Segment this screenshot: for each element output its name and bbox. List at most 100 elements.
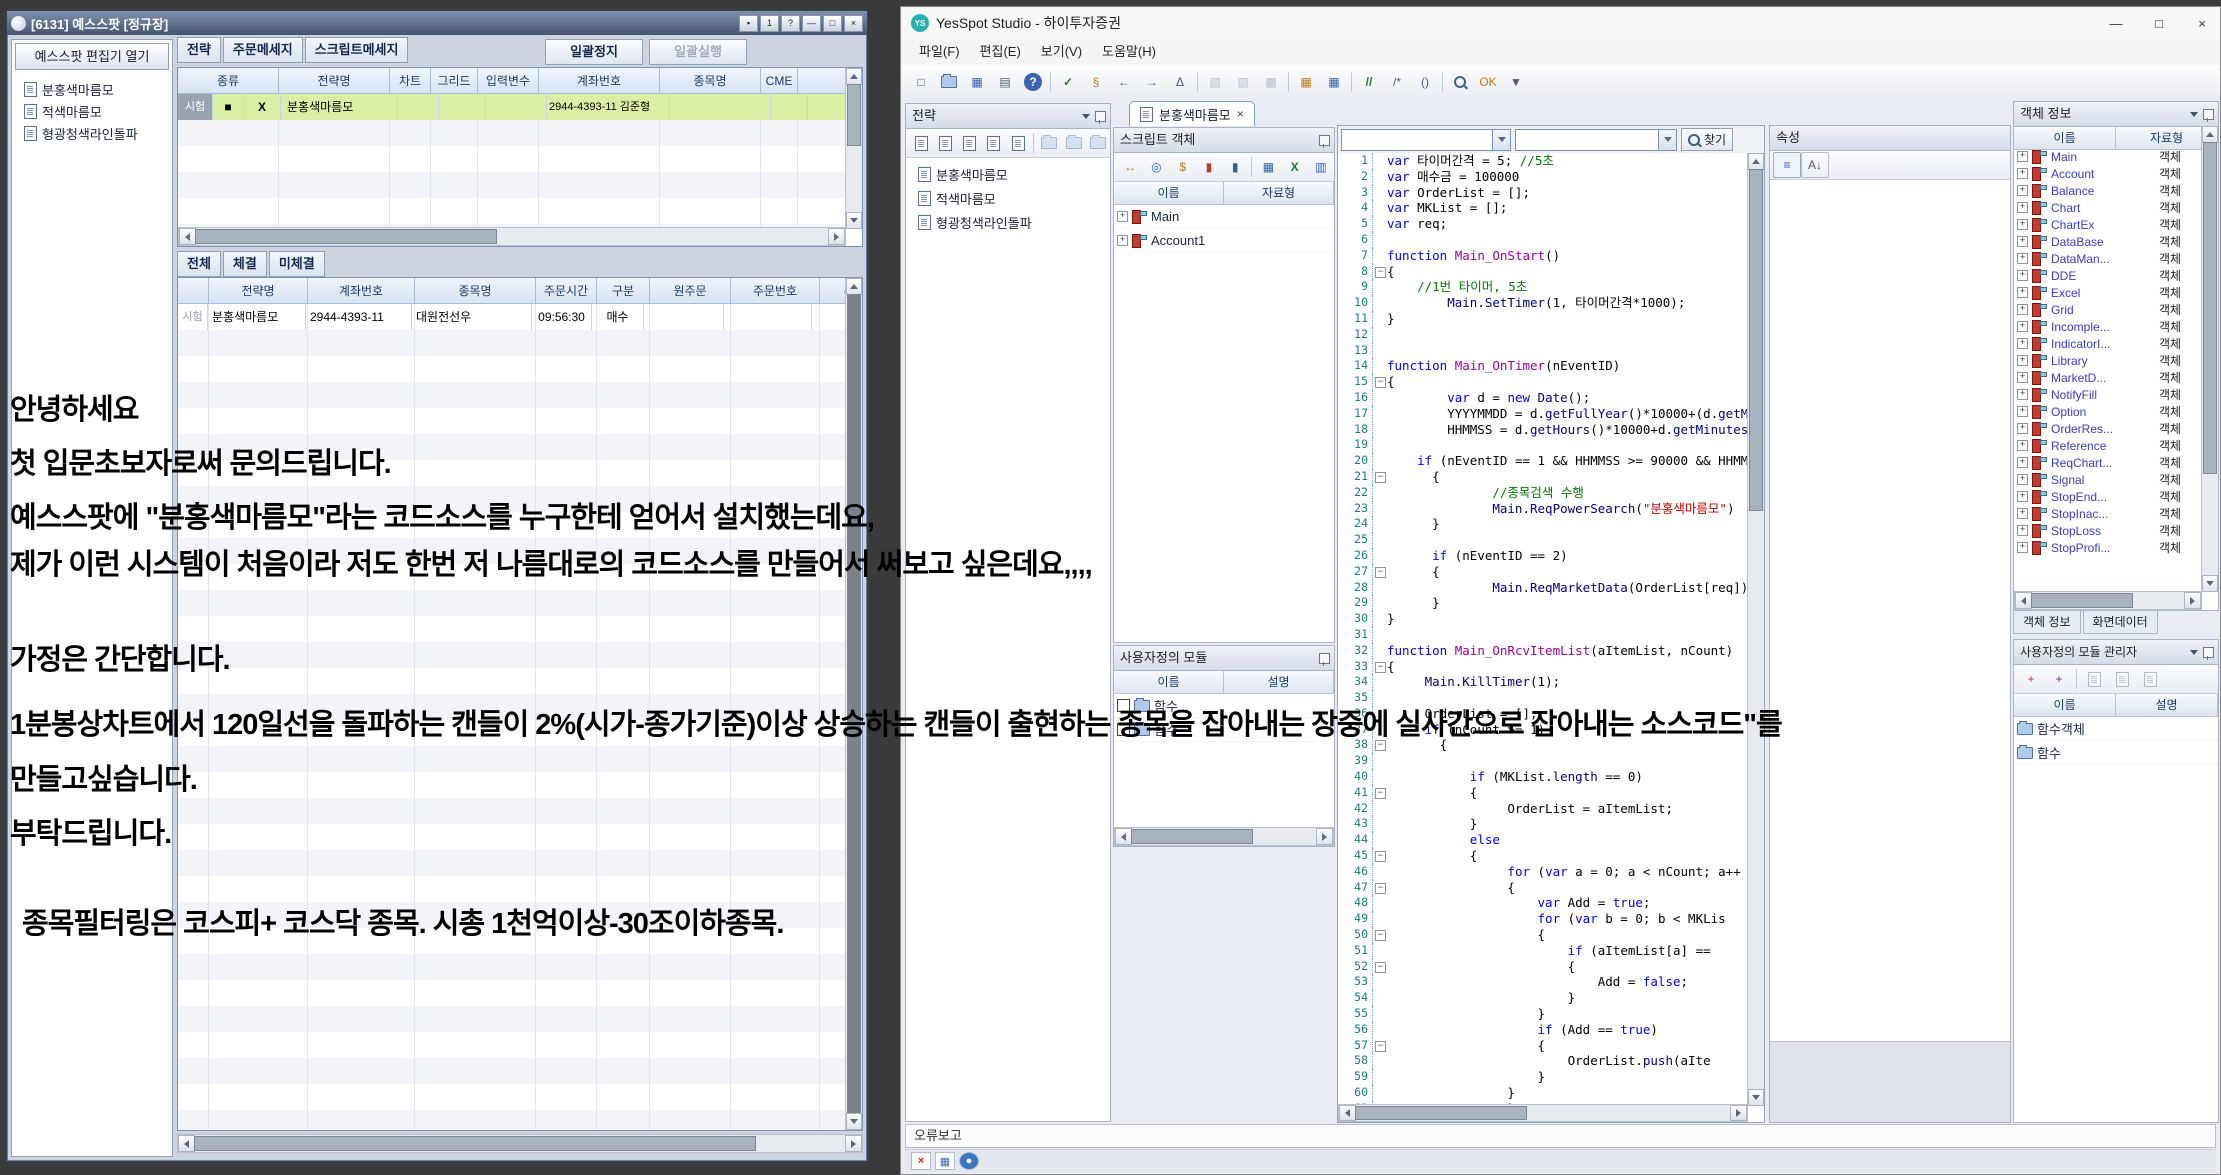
categorized-icon[interactable]: ≡ [1773,152,1801,178]
code-line[interactable]: 39 [1338,753,1748,769]
object-info-row[interactable]: + Excel 객체 [2014,284,2202,301]
expand-icon[interactable]: + [2017,525,2028,536]
edit-module-icon[interactable] [2080,666,2108,692]
order-table-vscrollbar[interactable] [845,278,862,1130]
script-objects-header[interactable]: 스크립트 객체 [1114,128,1334,153]
expand-icon[interactable]: + [2017,389,2028,400]
code-line[interactable]: 22 //종목검색 수행 [1338,485,1748,501]
strategy-row[interactable]: 시험 ■ X 분홍색마름모 2944-4393-11 김준형 [178,94,846,120]
code-line[interactable]: 26 if (nEventID == 2) [1338,548,1748,564]
object-info-row[interactable]: + DataMan... 객체 [2014,250,2202,267]
scroll-up-icon[interactable] [846,68,862,85]
object-info-row[interactable]: + Chart 객체 [2014,199,2202,216]
io-map-icon[interactable]: ↔ [1117,154,1143,180]
scroll-up-icon[interactable] [1748,153,1764,170]
expand-icon[interactable]: + [2017,287,2028,298]
code-line[interactable]: 59 } [1338,1069,1748,1085]
object-combo[interactable] [1341,129,1511,151]
column-header[interactable]: 전략명 [279,68,390,94]
folder-delete-icon[interactable] [1086,130,1110,156]
column-header[interactable]: 전략명 [209,278,308,304]
script-wizard-icon[interactable]: § [1082,69,1110,95]
object-info-row[interactable]: + Grid 객체 [2014,301,2202,318]
object-info-row[interactable]: + StopEnd... 객체 [2014,488,2202,505]
column-header[interactable]: 구분 [597,278,650,304]
code-line[interactable]: 32function Main_OnRcvItemList(aItemList,… [1338,643,1748,659]
titlebar-button[interactable]: × [844,15,863,32]
code-line[interactable]: 31 [1338,627,1748,643]
code-line[interactable]: 48 var Add = true; [1338,895,1748,911]
titlebar-button[interactable]: 1 [760,15,779,32]
code-line[interactable]: 55 } [1338,1006,1748,1022]
expand-icon[interactable]: + [2017,508,2028,519]
strategy-table-vscrollbar[interactable] [845,68,862,229]
scroll-left-icon[interactable] [179,228,196,245]
checkbox-icon[interactable] [1117,699,1130,712]
column-header[interactable]: 최근 메시 [798,68,846,94]
order-row[interactable]: 시험분홍색마름모2944-4393-11대원전선우09:56:30매수 [178,304,846,330]
menu-item[interactable]: 도움말(H) [1092,41,1166,63]
scroll-left-icon[interactable] [178,1135,195,1152]
order-table-hscrollbar[interactable] [177,1134,863,1153]
code-line[interactable]: 20 if (nEventID == 1 && HHMMSS >= 90000 … [1338,453,1748,469]
open-editor-button[interactable]: 예스스팟 편집기 열기 [15,43,169,70]
user-modules-header[interactable]: 사용자정의 모듈 [1114,646,1334,671]
add-module-icon[interactable]: + [2017,666,2045,692]
ok-edit-icon[interactable]: OK [1474,69,1502,95]
code-line[interactable]: 14function Main_OnTimer(nEventID) [1338,358,1748,374]
code-line[interactable]: 43 } [1338,816,1748,832]
code-line[interactable]: 11} [1338,311,1748,327]
globe-icon[interactable]: ● [959,1152,979,1170]
script-check-icon[interactable]: ✓ [1054,69,1082,95]
grid-view-icon[interactable]: ▦ [935,1152,955,1170]
object-info-row[interactable]: + ChartEx 객체 [2014,216,2202,233]
column-header[interactable] [178,278,209,304]
run-all-button[interactable]: 일괄실행 [649,39,747,65]
module-manager-header[interactable]: 사용자정의 모듈 관리자 [2014,640,2218,665]
code-line[interactable]: 8{ [1338,264,1748,280]
code-line[interactable]: 40 if (MKList.length == 0) [1338,769,1748,785]
expand-icon[interactable]: + [2017,491,2028,502]
menu-item[interactable]: 파일(F) [909,41,970,63]
object-info-row[interactable]: + StopInac... 객체 [2014,505,2202,522]
scroll-down-icon[interactable] [846,212,862,229]
code-line[interactable]: 30} [1338,611,1748,627]
strategy-table-hscrollbar[interactable] [178,227,846,246]
pin-icon[interactable] [1319,135,1330,146]
close-button[interactable]: × [2184,8,2220,39]
expand-icon[interactable]: + [2017,270,2028,281]
copy-icon[interactable]: ▩ [1257,69,1285,95]
code-line[interactable]: 12 [1338,327,1748,343]
copy-module-icon[interactable] [2108,666,2136,692]
code-line[interactable]: 41 { [1338,785,1748,801]
column-header[interactable]: 자료형 [1224,182,1334,204]
code-line[interactable]: 4var MKList = []; [1338,200,1748,216]
editor-hscrollbar[interactable] [1338,1104,1748,1122]
expand-icon[interactable]: + [2017,406,2028,417]
object-info-row[interactable]: + ReqChart... 객체 [2014,454,2202,471]
find-button[interactable]: 찾기 [1681,128,1733,151]
scroll-left-icon[interactable] [1115,828,1132,845]
object-info-row[interactable]: + Balance 객체 [2014,182,2202,199]
expand-icon[interactable]: + [2017,542,2028,553]
object-info-row[interactable]: + NotifyFill 객체 [2014,386,2202,403]
comment-block-icon[interactable]: /* [1383,69,1411,95]
code-line[interactable]: 29 } [1338,595,1748,611]
copy-strategy-icon[interactable] [958,130,982,156]
bell-icon[interactable]: Δ [1166,69,1194,95]
code-line[interactable]: 17 YYYYMMDD = d.getFullYear()*10000+(d.g… [1338,406,1748,422]
code-line[interactable]: 42 OrderList = aItemList; [1338,801,1748,817]
scroll-right-icon[interactable] [1730,1105,1747,1121]
scroll-down-icon[interactable] [1748,1089,1764,1106]
stop-icon[interactable]: ■ [213,94,244,120]
column-header[interactable]: 이름 [1114,671,1224,693]
error-icon[interactable]: × [911,1152,931,1170]
database-icon[interactable]: ▥ [1308,154,1334,180]
studio-strategy-item[interactable]: 적색마름모 [908,186,1108,210]
new-file-icon[interactable]: □ [907,69,935,95]
code-line[interactable]: 7function Main_OnStart() [1338,248,1748,264]
column-header[interactable]: 차트 [390,68,431,94]
code-line[interactable]: 54 } [1338,990,1748,1006]
code-line[interactable]: 50 { [1338,927,1748,943]
code-line[interactable]: 38 { [1338,737,1748,753]
